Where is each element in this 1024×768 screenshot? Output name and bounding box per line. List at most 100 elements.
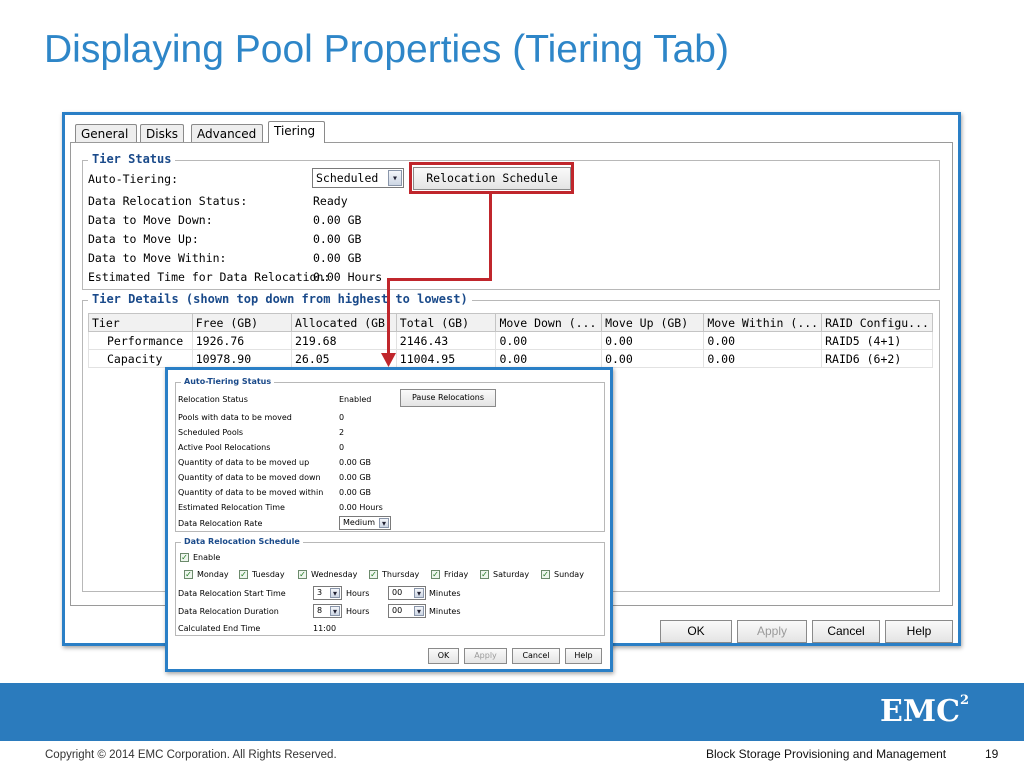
- relocation-rate-value: Medium: [343, 518, 375, 527]
- estimated-time-value: 0.00 Hours: [313, 270, 383, 284]
- sub-apply-button[interactable]: Apply: [464, 648, 507, 664]
- emc-logo: EMC2: [880, 693, 969, 729]
- ok-button[interactable]: OK: [660, 620, 732, 643]
- data-relocation-status-label: Data Relocation Status:: [88, 194, 248, 208]
- apply-button[interactable]: Apply: [737, 620, 807, 643]
- pause-relocations-button[interactable]: Pause Relocations: [400, 389, 496, 407]
- minutes-label: Minutes: [429, 589, 461, 598]
- table-cell: 0.00: [703, 331, 823, 350]
- saturday-checkbox[interactable]: ✓: [480, 570, 489, 579]
- table-cell: 0.00: [601, 349, 705, 368]
- relocation-schedule-legend: Data Relocation Schedule: [181, 537, 303, 546]
- tab-general[interactable]: General: [75, 124, 137, 142]
- auto-tiering-select[interactable]: Scheduled ▾: [312, 168, 404, 188]
- scheduled-pools-label: Scheduled Pools: [178, 428, 244, 437]
- chevron-down-icon: ▾: [330, 588, 340, 598]
- arrow-down-icon: [381, 353, 396, 367]
- sub-help-button[interactable]: Help: [565, 648, 602, 664]
- table-row[interactable]: Performance 1926.76 219.68 2146.43 0.00 …: [88, 331, 933, 350]
- sub-ok-button[interactable]: OK: [428, 648, 459, 664]
- monday-checkbox[interactable]: ✓: [184, 570, 193, 579]
- table-row[interactable]: Capacity 10978.90 26.05 11004.95 0.00 0.…: [88, 349, 933, 368]
- friday-checkbox[interactable]: ✓: [431, 570, 440, 579]
- table-cell: Capacity: [88, 349, 193, 368]
- data-move-up-label: Data to Move Up:: [88, 232, 199, 246]
- scheduled-pools-value: 2: [339, 428, 345, 437]
- column-header-move-down[interactable]: Move Down (...: [495, 313, 603, 332]
- auto-tiering-label: Auto-Tiering:: [88, 172, 179, 186]
- column-header-move-up[interactable]: Move Up (GB): [601, 313, 705, 332]
- table-cell: 2146.43: [395, 331, 497, 350]
- enable-label: Enable: [193, 553, 221, 562]
- duration-hours-select[interactable]: 8 ▾: [313, 604, 342, 618]
- table-cell: Performance: [88, 331, 193, 350]
- saturday-label: Saturday: [493, 570, 530, 579]
- start-hours-select[interactable]: 3 ▾: [313, 586, 342, 600]
- quantity-up-label: Quantity of data to be moved up: [178, 458, 310, 467]
- active-relocations-label: Active Pool Relocations: [178, 443, 271, 452]
- callout-connector: [387, 278, 390, 356]
- friday-label: Friday: [444, 570, 469, 579]
- sub-cancel-button[interactable]: Cancel: [512, 648, 560, 664]
- table-cell: 1926.76: [191, 331, 292, 350]
- tier-details-table: Tier Free (GB) Allocated (GB) Total (GB)…: [88, 313, 933, 368]
- thursday-checkbox[interactable]: ✓: [369, 570, 378, 579]
- quantity-down-value: 0.00 GB: [339, 473, 372, 482]
- relocation-rate-select[interactable]: Medium ▾: [339, 516, 391, 530]
- tuesday-checkbox[interactable]: ✓: [239, 570, 248, 579]
- callout-connector: [387, 278, 492, 281]
- sunday-label: Sunday: [554, 570, 584, 579]
- end-time-value: 11:00: [313, 624, 337, 633]
- page-number: 19: [985, 747, 999, 761]
- help-button[interactable]: Help: [885, 620, 953, 643]
- quantity-within-value: 0.00 GB: [339, 488, 372, 497]
- estimated-relocation-time-value: 0.00 Hours: [339, 503, 383, 512]
- table-cell: 219.68: [290, 331, 397, 350]
- callout-connector: [489, 193, 492, 281]
- wednesday-label: Wednesday: [311, 570, 358, 579]
- tab-advanced[interactable]: Advanced: [191, 124, 263, 142]
- table-cell: RAID6 (6+2): [821, 349, 933, 368]
- tier-status-legend: Tier Status: [88, 152, 176, 166]
- start-minutes-select[interactable]: 00 ▾: [388, 586, 426, 600]
- tab-disks[interactable]: Disks: [140, 124, 184, 142]
- relocation-status-label: Relocation Status: [178, 395, 248, 404]
- table-cell: 0.00: [495, 331, 603, 350]
- start-hours-value: 3: [317, 588, 323, 597]
- column-header-free[interactable]: Free (GB): [191, 313, 292, 332]
- data-move-up-value: 0.00 GB: [313, 232, 362, 246]
- column-header-total[interactable]: Total (GB): [395, 313, 497, 332]
- quantity-up-value: 0.00 GB: [339, 458, 372, 467]
- quantity-down-label: Quantity of data to be moved down: [178, 473, 321, 482]
- table-cell: 10978.90: [191, 349, 292, 368]
- duration-minutes-select[interactable]: 00 ▾: [388, 604, 426, 618]
- wednesday-checkbox[interactable]: ✓: [298, 570, 307, 579]
- relocation-schedule-window: Auto-Tiering Status Relocation Status En…: [165, 367, 613, 672]
- auto-tiering-value: Scheduled: [316, 171, 379, 185]
- data-move-within-value: 0.00 GB: [313, 251, 362, 265]
- logo-text: EMC: [880, 694, 960, 729]
- footer-band: [0, 683, 1024, 741]
- tab-tiering[interactable]: Tiering: [268, 121, 325, 143]
- auto-tiering-status-legend: Auto-Tiering Status: [181, 377, 275, 386]
- sunday-checkbox[interactable]: ✓: [541, 570, 550, 579]
- column-header-move-within[interactable]: Move Within (...: [703, 313, 823, 332]
- relocation-schedule-highlight: [409, 162, 574, 194]
- column-header-tier[interactable]: Tier: [88, 313, 193, 332]
- estimated-relocation-time-label: Estimated Relocation Time: [178, 503, 285, 512]
- duration-label: Data Relocation Duration: [178, 607, 279, 616]
- duration-minutes-value: 00: [392, 606, 403, 615]
- relocation-status-value: Enabled: [339, 395, 372, 404]
- column-header-raid[interactable]: RAID Configu...: [821, 313, 933, 332]
- chevron-down-icon: ▾: [388, 170, 402, 186]
- table-cell: 0.00: [601, 331, 705, 350]
- chevron-down-icon: ▾: [330, 606, 340, 616]
- enable-checkbox[interactable]: ✓: [180, 553, 189, 562]
- cancel-button[interactable]: Cancel: [812, 620, 880, 643]
- data-move-down-value: 0.00 GB: [313, 213, 362, 227]
- chevron-down-icon: ▾: [379, 518, 389, 528]
- column-header-allocated[interactable]: Allocated (GB): [290, 313, 397, 332]
- data-move-within-label: Data to Move Within:: [88, 251, 227, 265]
- table-cell: 0.00: [703, 349, 823, 368]
- table-cell: RAID5 (4+1): [821, 331, 933, 350]
